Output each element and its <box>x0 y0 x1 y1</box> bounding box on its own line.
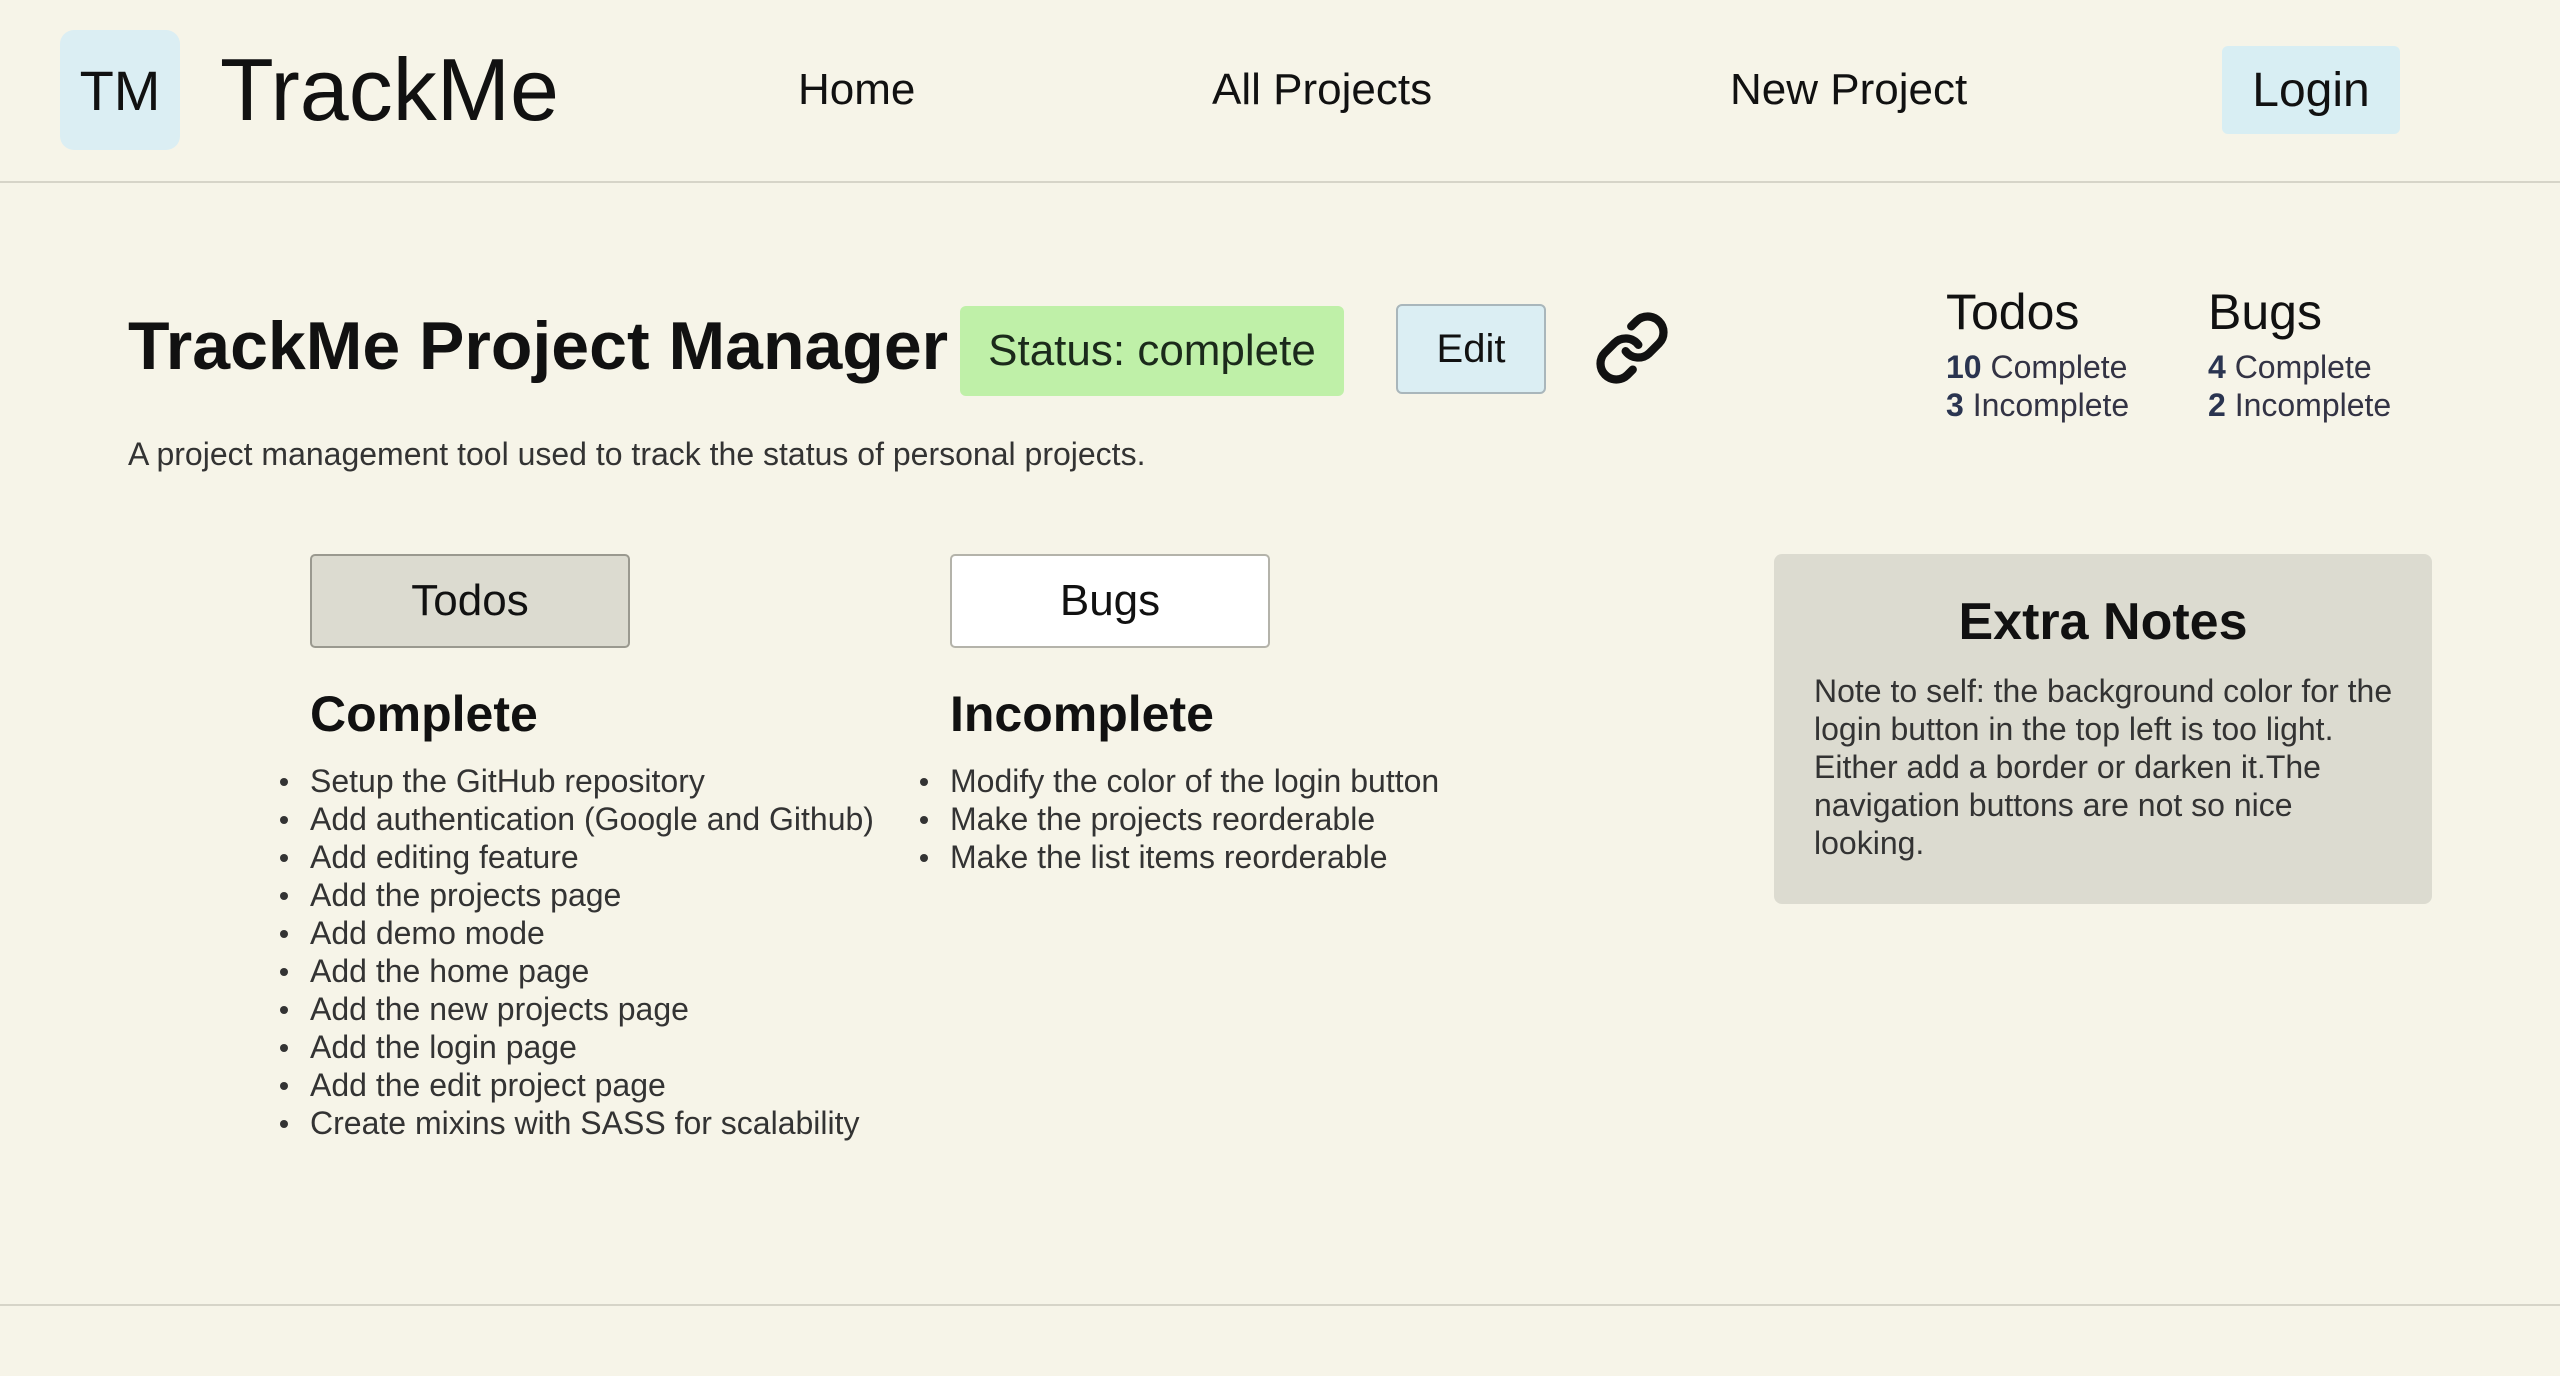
todos-stats: Todos 10 Complete 3 Incomplete <box>1946 282 2129 424</box>
bugs-incomplete-count: 2 <box>2208 387 2226 423</box>
login-button[interactable]: Login <box>2222 46 2400 134</box>
extra-notes-card: Extra Notes Note to self: the background… <box>1774 554 2432 904</box>
complete-heading: Complete <box>310 686 538 742</box>
todos-stats-heading: Todos <box>1946 284 2080 340</box>
tab-bugs[interactable]: Bugs <box>950 554 1270 648</box>
list-item: Make the projects reorderable <box>919 800 1439 838</box>
bugs-stats: Bugs 4 Complete 2 Incomplete <box>2208 282 2391 424</box>
list-item: Add the projects page <box>280 876 874 914</box>
list-item: Add authentication (Google and Github) <box>280 801 874 837</box>
todos-incomplete-label: Incomplete <box>1972 387 2130 423</box>
list-item: Add the edit project page <box>280 1066 874 1104</box>
list-item: Add editing feature <box>280 838 874 876</box>
nav-link-all-projects[interactable]: All Projects <box>1212 60 1432 120</box>
brand-name[interactable]: TrackMe <box>220 38 559 142</box>
extra-notes-body: Note to self: the background color for t… <box>1814 673 2393 861</box>
bugs-stats-heading: Bugs <box>2208 284 2322 340</box>
list-item: Create mixins with SASS for scalability <box>280 1104 874 1142</box>
link-icon[interactable] <box>1594 310 1670 386</box>
footer-divider <box>0 1304 2560 1306</box>
incomplete-heading: Incomplete <box>950 686 1214 742</box>
nav-link-home[interactable]: Home <box>798 60 915 120</box>
bugs-complete-count: 4 <box>2208 349 2226 385</box>
list-item: Add the new projects page <box>280 990 874 1028</box>
todos-complete-stat: 10 Complete <box>1946 348 2129 386</box>
logo[interactable]: TM <box>60 30 180 150</box>
project-description: A project management tool used to track … <box>128 436 1146 472</box>
list-item: Make the list items reorderable <box>919 838 1439 876</box>
navbar: TM TrackMe Home All Projects New Project… <box>0 0 2560 183</box>
extra-notes-title: Extra Notes <box>1958 593 2248 651</box>
status-badge: Status: complete <box>960 306 1344 396</box>
list-item: Add the login page <box>280 1028 874 1066</box>
bugs-complete-label: Complete <box>2234 349 2372 385</box>
edit-button[interactable]: Edit <box>1396 304 1546 394</box>
todos-complete-label: Complete <box>1990 349 2128 385</box>
todos-incomplete-count: 3 <box>1946 387 1964 423</box>
list-item: Modify the color of the login button <box>919 763 1440 799</box>
incomplete-list: Modify the color of the login button Mak… <box>919 762 1440 876</box>
tab-todos[interactable]: Todos <box>310 554 630 648</box>
todos-incomplete-stat: 3 Incomplete <box>1946 386 2129 424</box>
project-title: TrackMe Project Manager <box>128 308 949 384</box>
logo-text: TM <box>79 58 161 122</box>
list-item: Add the home page <box>280 952 874 990</box>
bugs-complete-stat: 4 Complete <box>2208 348 2391 386</box>
todos-complete-count: 10 <box>1946 349 1982 385</box>
list-item: Setup the GitHub repository <box>280 762 874 800</box>
bugs-incomplete-stat: 2 Incomplete <box>2208 386 2391 424</box>
nav-link-new-project[interactable]: New Project <box>1730 60 1967 120</box>
bugs-incomplete-label: Incomplete <box>2234 387 2392 423</box>
list-item: Add demo mode <box>280 914 874 952</box>
complete-list: Setup the GitHub repository Add authenti… <box>280 762 874 1142</box>
